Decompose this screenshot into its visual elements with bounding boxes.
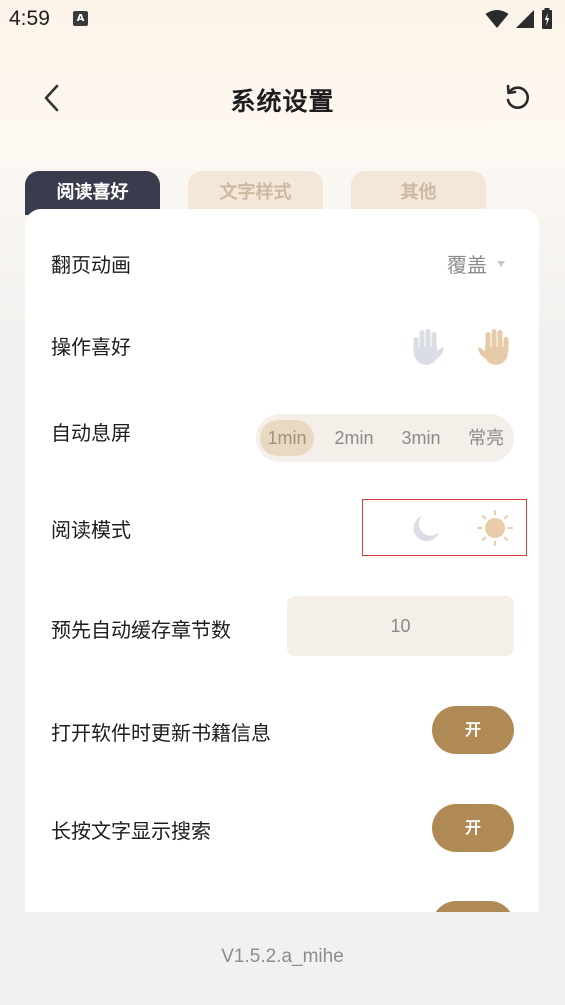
timeout-option-2min[interactable]: 2min (327, 420, 381, 456)
timeout-option-3min[interactable]: 3min (394, 420, 448, 456)
status-icons (485, 8, 553, 30)
reset-button[interactable] (500, 80, 536, 116)
left-hand-icon (413, 329, 444, 365)
timeout-option-1min[interactable]: 1min (260, 420, 314, 456)
settings-card: 翻页动画 覆盖 操作喜好 自动息屏 1min 2min 3min 常亮 阅读模式… (25, 209, 539, 912)
status-bar: 4:59 A (0, 0, 565, 38)
operation-preference-label: 操作喜好 (51, 335, 131, 359)
signal-icon (516, 10, 534, 28)
day-mode-option[interactable] (476, 509, 514, 547)
sun-icon (477, 510, 513, 546)
page-animation-label: 翻页动画 (51, 253, 131, 277)
moon-icon (413, 516, 439, 542)
status-time: 4:59 (9, 7, 50, 30)
right-hand-icon (478, 329, 509, 365)
cache-chapters-label: 预先自动缓存章节数 (51, 618, 231, 642)
battery-icon (542, 8, 552, 29)
right-hand-option[interactable] (477, 327, 515, 367)
page-animation-select[interactable]: 覆盖 (447, 249, 505, 278)
page-title: 系统设置 (230, 87, 335, 116)
rotate-ccw-icon (506, 84, 530, 109)
next-setting-toggle[interactable] (432, 901, 514, 912)
page-animation-value: 覆盖 (447, 253, 487, 277)
reading-mode-label: 阅读模式 (51, 518, 131, 542)
wifi-icon (485, 10, 509, 28)
timeout-option-always-on[interactable]: 常亮 (460, 420, 512, 456)
screen-timeout-label: 自动息屏 (51, 421, 131, 445)
long-press-search-toggle[interactable]: 开 (432, 804, 514, 852)
cache-chapters-input[interactable]: 10 (287, 596, 514, 656)
app-header: 系统设置 (0, 68, 565, 128)
long-press-search-label: 长按文字显示搜索 (51, 819, 211, 843)
night-mode-option[interactable] (409, 511, 443, 545)
text-a-icon: A (73, 11, 88, 26)
dropdown-arrow-icon (497, 260, 505, 267)
app-version: V1.5.2.a_mihe (221, 946, 344, 967)
screen-timeout-segmented: 1min 2min 3min 常亮 (256, 414, 514, 462)
update-on-open-toggle[interactable]: 开 (432, 706, 514, 754)
left-hand-option[interactable] (407, 327, 445, 367)
update-on-open-label: 打开软件时更新书籍信息 (51, 721, 271, 745)
